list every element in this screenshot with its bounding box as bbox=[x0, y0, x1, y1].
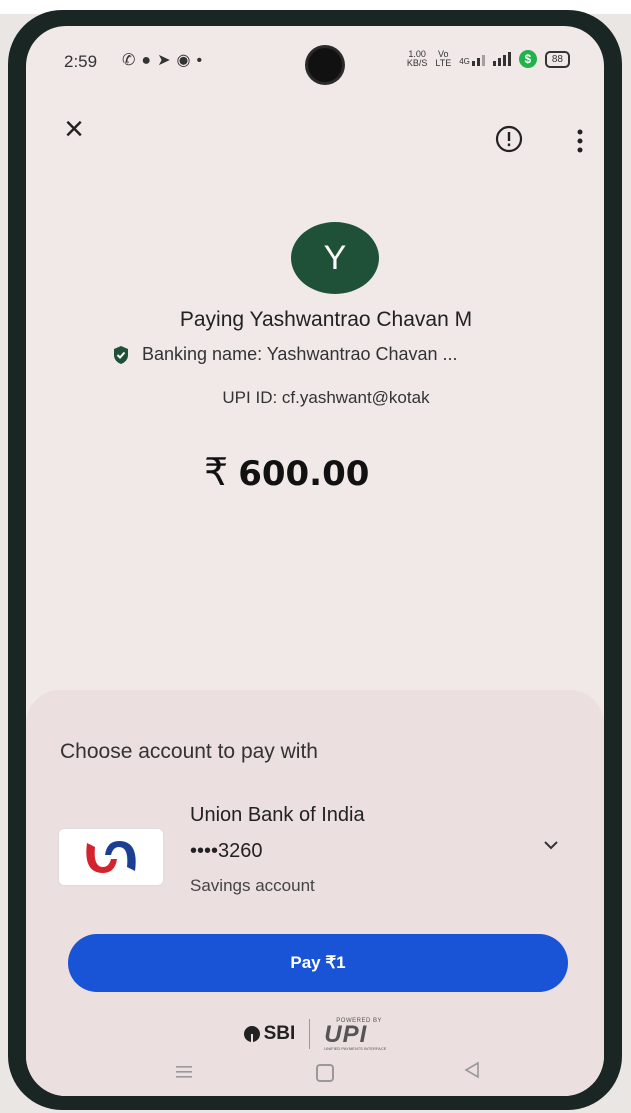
volte-badge: Vo LTE bbox=[435, 49, 452, 68]
status-right: 1.00 KB/S Vo LTE 4G $ 88 bbox=[407, 50, 570, 68]
account-sheet: Choose account to pay with Union Bank of… bbox=[26, 690, 604, 1096]
close-icon[interactable]: × bbox=[56, 112, 92, 148]
battery-icon: 88 bbox=[544, 50, 570, 68]
banking-name-row: Banking name: Yashwantrao Chavan ... bbox=[112, 344, 458, 365]
messenger-icon: ◉ bbox=[176, 52, 197, 69]
report-icon[interactable] bbox=[494, 124, 524, 154]
signal-4g-icon: 4G bbox=[459, 52, 485, 66]
pay-button[interactable]: Pay ₹1 bbox=[68, 934, 568, 992]
back-icon[interactable] bbox=[462, 1060, 482, 1080]
front-camera bbox=[308, 48, 342, 82]
network-speed: 1.00 KB/S bbox=[406, 49, 428, 68]
account-type: Savings account bbox=[190, 876, 315, 895]
payment-amount: ₹600.00 bbox=[204, 450, 369, 495]
notification-icons: ✆●➤◉• bbox=[122, 50, 208, 70]
chevron-down-icon[interactable] bbox=[542, 838, 560, 852]
more-vert-icon[interactable] bbox=[570, 126, 590, 156]
phone-screen: 2:59 ✆●➤◉• 1.00 KB/S Vo LTE 4G $ 88 × Y … bbox=[26, 26, 604, 1096]
account-number: ••••3260 bbox=[190, 840, 263, 862]
upi-id: UPI ID: cf.yashwant@kotak bbox=[222, 388, 430, 407]
sheet-title: Choose account to pay with bbox=[60, 740, 318, 763]
status-time: 2:59 bbox=[64, 52, 98, 71]
account-selector[interactable]: Union Bank of India ••••3260 Savings acc… bbox=[58, 798, 568, 908]
money-app-icon: $ bbox=[518, 50, 537, 68]
dot-icon: • bbox=[196, 52, 209, 69]
phone-frame: 2:59 ✆●➤◉• 1.00 KB/S Vo LTE 4G $ 88 × Y … bbox=[8, 10, 622, 1110]
payee-avatar: Y bbox=[291, 222, 379, 294]
union-bank-logo bbox=[58, 828, 164, 886]
telegram-icon: ➤ bbox=[157, 52, 177, 69]
banking-name: Banking name: Yashwantrao Chavan ... bbox=[142, 344, 458, 364]
system-nav-bar bbox=[26, 1038, 604, 1088]
menu-icon[interactable] bbox=[174, 1064, 194, 1080]
whatsapp-icon: ✆ bbox=[122, 52, 142, 69]
status-bar: 2:59 ✆●➤◉• 1.00 KB/S Vo LTE 4G $ 88 bbox=[26, 26, 604, 86]
signal-label: 4G bbox=[459, 57, 470, 66]
signal-bars-icon bbox=[492, 52, 511, 66]
bank-name: Union Bank of India bbox=[190, 804, 365, 826]
chat-icon: ● bbox=[141, 52, 158, 69]
verified-shield-icon bbox=[114, 345, 128, 364]
paying-text: Paying Yashwantrao Chavan M bbox=[179, 308, 473, 331]
currency-symbol: ₹ bbox=[204, 452, 229, 494]
home-icon[interactable] bbox=[316, 1064, 334, 1082]
amount-value: 600.00 bbox=[238, 454, 370, 494]
